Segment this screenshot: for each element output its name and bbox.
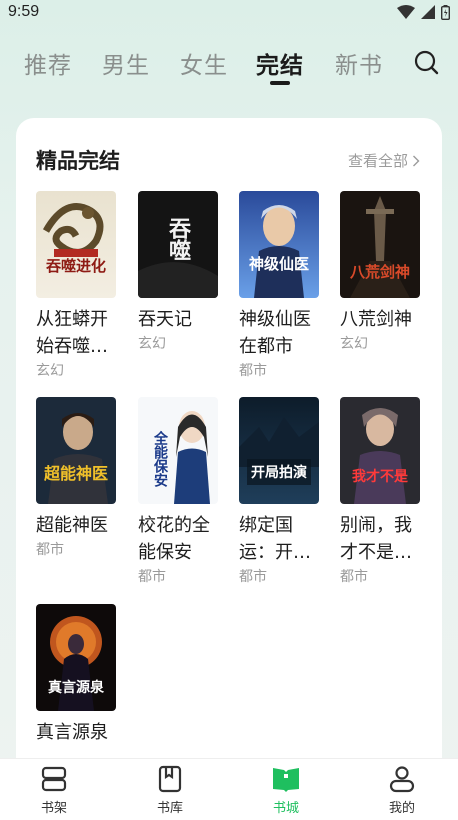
cover-title: 我才不是 xyxy=(352,468,409,485)
book-genre: 都市 xyxy=(239,569,267,585)
book-item[interactable]: 真言源泉 真言源泉 xyxy=(36,604,118,746)
cover-title: 真言源泉 xyxy=(48,679,105,696)
book-title: 绑定国运：开… xyxy=(239,515,311,563)
book-item[interactable]: 我才不是 别闹，我才不是… 都市 xyxy=(340,397,422,586)
book-title: 超能神医 xyxy=(36,515,108,536)
cover-title: 全能保安 xyxy=(152,430,169,488)
see-all-link[interactable]: 查看全部 xyxy=(348,150,420,171)
book-item[interactable]: 吞噬 吞天记 玄幻 xyxy=(138,191,220,353)
book-title: 吞天记 xyxy=(138,309,192,330)
nav-label: 书城 xyxy=(272,801,299,816)
book-cover: 我才不是 xyxy=(340,397,420,504)
cover-title: 八荒剑神 xyxy=(349,263,410,281)
nav-label: 书架 xyxy=(40,801,67,816)
book-cover: 真言源泉 xyxy=(36,604,116,711)
book-genre: 都市 xyxy=(340,569,368,585)
book-genre: 玄幻 xyxy=(340,336,368,352)
book-title: 真言源泉 xyxy=(36,722,108,743)
book-genre: 都市 xyxy=(138,569,166,585)
book-title: 别闹，我才不是… xyxy=(340,515,412,563)
cover-title: 吞噬 xyxy=(165,217,191,261)
book-cover: 吞噬 xyxy=(138,191,218,298)
book-cover: 开局拍演 xyxy=(239,397,319,504)
nav-label: 我的 xyxy=(388,801,415,816)
book-genre: 都市 xyxy=(239,363,267,379)
status-time: 9:59 xyxy=(8,3,40,20)
book-item[interactable]: 开局拍演 绑定国运：开… 都市 xyxy=(239,397,321,586)
nav-library[interactable]: 书库 xyxy=(130,765,210,816)
search-icon[interactable] xyxy=(412,48,442,78)
bookshelf-icon xyxy=(41,766,67,792)
book-cover: 八荒剑神 xyxy=(340,191,420,298)
battery-icon xyxy=(441,4,450,20)
book-item[interactable]: 神级仙医 神级仙医在都市 都市 xyxy=(239,191,321,380)
tab-completed[interactable]: 完结 xyxy=(256,46,304,80)
book-title: 校花的全能保安 xyxy=(138,515,210,563)
book-genre: 都市 xyxy=(36,542,64,558)
cover-title: 开局拍演 xyxy=(251,464,307,481)
completed-books-section: 精品完结 查看全部 吞噬进化 从狂蟒开始吞噬… 玄幻 吞噬 吞天记 玄幻 神级仙… xyxy=(16,118,442,778)
tab-female[interactable]: 女生 xyxy=(180,46,228,80)
book-title: 八荒剑神 xyxy=(340,309,412,330)
book-title: 从狂蟒开始吞噬… xyxy=(36,309,108,357)
cover-title: 神级仙医 xyxy=(249,255,309,273)
book-cover: 吞噬进化 xyxy=(36,191,116,298)
tab-new[interactable]: 新书 xyxy=(335,46,383,80)
library-icon xyxy=(158,765,182,793)
chevron-right-icon xyxy=(413,155,420,166)
book-cover: 神级仙医 xyxy=(239,191,319,298)
book-title: 神级仙医在都市 xyxy=(239,309,311,357)
cover-title: 吞噬进化 xyxy=(45,257,106,275)
tab-recommend[interactable]: 推荐 xyxy=(24,46,72,80)
tab-male[interactable]: 男生 xyxy=(102,46,150,80)
book-genre: 玄幻 xyxy=(36,363,64,379)
signal-icon xyxy=(421,5,435,19)
nav-bookshelf[interactable]: 书架 xyxy=(14,765,94,816)
nav-label: 书库 xyxy=(156,801,183,816)
book-item[interactable]: 八荒剑神 八荒剑神 玄幻 xyxy=(340,191,422,353)
book-genre: 玄幻 xyxy=(138,336,166,352)
profile-icon xyxy=(389,766,415,793)
cover-title: 超能神医 xyxy=(43,464,108,483)
book-item[interactable]: 超能神医 超能神医 都市 xyxy=(36,397,118,559)
nav-bookstore[interactable]: 书城 xyxy=(246,765,326,816)
wifi-icon xyxy=(397,5,415,19)
bottom-navigation: 书架 书库 书城 我的 xyxy=(0,758,458,820)
see-all-label: 查看全部 xyxy=(347,152,408,170)
category-tabs: 推荐 男生 女生 完结 新书 xyxy=(0,40,458,85)
book-cover: 全能保安 xyxy=(138,397,218,504)
bookstore-icon xyxy=(273,768,299,792)
active-tab-indicator xyxy=(270,81,290,85)
status-icons xyxy=(397,4,450,20)
nav-profile[interactable]: 我的 xyxy=(362,765,442,816)
book-item[interactable]: 全能保安 校花的全能保安 都市 xyxy=(138,397,220,586)
book-cover: 超能神医 xyxy=(36,397,116,504)
status-bar: 9:59 xyxy=(0,0,458,24)
section-title: 精品完结 xyxy=(36,149,120,173)
book-item[interactable]: 吞噬进化 从狂蟒开始吞噬… 玄幻 xyxy=(36,191,118,380)
